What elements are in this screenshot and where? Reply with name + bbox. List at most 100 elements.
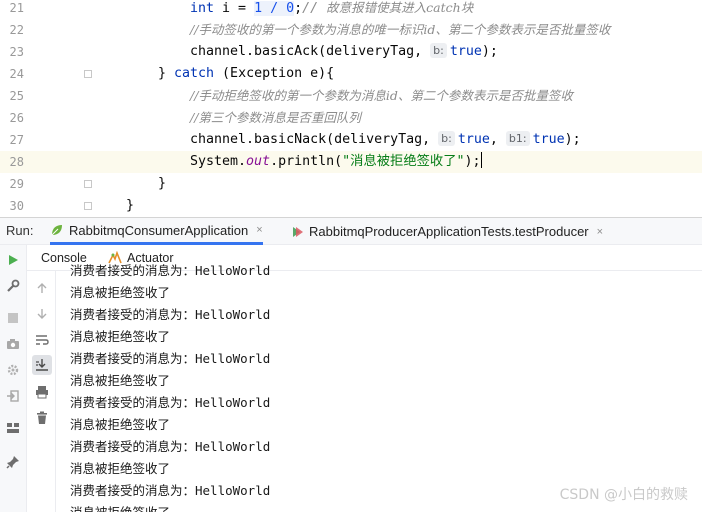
code-token: true	[457, 132, 490, 147]
code-text: } catch (Exception e){	[158, 63, 334, 85]
pin-icon[interactable]	[4, 453, 22, 471]
code-text: }	[126, 195, 134, 217]
scroll-to-end-icon[interactable]	[32, 355, 52, 375]
code-line[interactable]: 30}	[0, 195, 702, 217]
code-token: catch	[174, 66, 215, 81]
exit-icon[interactable]	[4, 387, 22, 405]
watermark: CSDN @小白的救赎	[559, 487, 688, 503]
code-text: }	[158, 173, 166, 195]
code-token: ,	[489, 132, 506, 147]
wrench-icon[interactable]	[4, 277, 22, 295]
code-token: true	[449, 44, 482, 59]
rerun-icon[interactable]	[4, 251, 22, 269]
line-number: 22	[9, 23, 24, 37]
line-number: 25	[9, 89, 24, 103]
code-text: int i = 1 / 0;// 故意报错使其进入catch块	[190, 0, 473, 20]
stop-icon[interactable]	[4, 309, 22, 327]
code-token: out	[246, 154, 271, 169]
code-token: channel.basicAck(deliveryTag,	[190, 44, 431, 59]
code-token: //手动签收的第一个参数为消息的唯一标识id、第二个参数表示是否批量签收	[190, 22, 611, 37]
console-toolbar	[27, 271, 56, 512]
text-caret	[480, 152, 482, 168]
code-token: 0	[286, 1, 295, 16]
code-text: //手动签收的第一个参数为消息的唯一标识id、第二个参数表示是否批量签收	[190, 19, 610, 42]
code-line[interactable]: 25 //手动拒绝签收的第一个参数为消息id、第二个参数表示是否批量签收	[0, 85, 702, 107]
code-token: }	[158, 66, 175, 81]
run-tab-label: RabbitmqConsumerApplication	[69, 222, 249, 238]
console-line: 消费者接受的消息为：HelloWorld	[70, 351, 271, 366]
close-icon[interactable]: ×	[597, 226, 603, 238]
code-token: //第三个参数消息是否重回队列	[190, 110, 361, 125]
code-token: true	[532, 132, 565, 147]
arrow-up-icon[interactable]	[32, 278, 52, 298]
code-line[interactable]: 27 channel.basicNack(deliveryTag, b: true,…	[0, 129, 702, 151]
code-token: .println(	[270, 154, 343, 169]
code-token: i =	[214, 1, 255, 16]
code-token: );	[481, 44, 498, 59]
fold-marker-icon[interactable]	[84, 202, 92, 210]
code-token: /	[262, 1, 287, 16]
close-icon[interactable]: ×	[256, 224, 262, 236]
console-line: 消费者接受的消息为：HelloWorld	[70, 439, 271, 454]
run-toolbar	[0, 245, 27, 512]
line-number: 26	[9, 111, 24, 125]
line-number: 27	[9, 133, 24, 147]
code-text: //第三个参数消息是否重回队列	[190, 107, 361, 130]
line-number: 30	[9, 199, 24, 213]
code-token: //手动拒绝签收的第一个参数为消息id、第二个参数表示是否批量签收	[190, 88, 573, 103]
line-number: 29	[9, 177, 24, 191]
parameter-hint: b:	[430, 43, 447, 58]
parameter-hint: b1:	[505, 131, 530, 146]
code-token: int	[190, 1, 215, 16]
arrow-down-icon[interactable]	[32, 304, 52, 324]
code-text: channel.basicAck(deliveryTag, b: true);	[190, 41, 498, 63]
console-line: 消息被拒绝签收了	[70, 461, 171, 476]
line-number: 24	[9, 67, 24, 81]
code-token: );	[464, 154, 481, 169]
code-token: System.	[190, 154, 247, 169]
settings-icon[interactable]	[4, 361, 22, 379]
code-text: System.out.println("消息被拒绝签收了");	[190, 151, 482, 173]
console-line: 消息被拒绝签收了	[70, 329, 171, 344]
code-token: //	[302, 1, 327, 16]
spring-leaf-icon	[50, 223, 64, 237]
camera-icon[interactable]	[4, 335, 22, 353]
parameter-hint: b:	[438, 131, 455, 146]
console-line: 消息被拒绝签收了	[70, 502, 170, 512]
layout-icon[interactable]	[4, 419, 22, 437]
code-editor[interactable]: 21 int i = 1 / 0;// 故意报错使其进入catch块 22 //手动签…	[0, 0, 702, 217]
code-line[interactable]: 21 int i = 1 / 0;// 故意报错使其进入catch块	[0, 0, 702, 19]
line-number: 28	[9, 155, 24, 169]
line-number: 23	[9, 45, 24, 59]
run-label: Run:	[6, 223, 34, 238]
print-icon[interactable]	[32, 382, 52, 402]
code-text: //手动拒绝签收的第一个参数为消息id、第二个参数表示是否批量签收	[190, 85, 573, 108]
console-line: 消费者接受的消息为：HelloWorld	[70, 307, 271, 322]
trash-icon[interactable]	[32, 408, 52, 428]
code-line[interactable]: 23 channel.basicAck(deliveryTag, b: true);	[0, 41, 702, 63]
run-tab-producer-tests[interactable]: RabbitmqProducerApplicationTests.testPro…	[290, 218, 603, 245]
code-token: }	[126, 198, 135, 213]
code-token: "消息被拒绝签收了"	[342, 154, 465, 169]
code-line[interactable]: 24} catch (Exception e){	[0, 63, 702, 85]
line-number: 21	[9, 1, 24, 15]
soft-wrap-icon[interactable]	[32, 330, 52, 350]
code-token: (Exception e){	[214, 66, 335, 81]
code-token: channel.basicNack(deliveryTag,	[190, 132, 439, 147]
code-token: }	[158, 176, 167, 191]
console-output[interactable]: 消费者接受的消息为：HelloWorld 消息被拒绝签收了 消费者接受的消息为：He…	[56, 262, 702, 512]
console-line: 消息被拒绝签收了	[70, 373, 171, 388]
code-line[interactable]: 22 //手动签收的第一个参数为消息的唯一标识id、第二个参数表示是否批量签收	[0, 19, 702, 41]
code-line[interactable]: 29}	[0, 173, 702, 195]
code-line[interactable]: 26 //第三个参数消息是否重回队列	[0, 107, 702, 129]
test-run-icon	[290, 225, 304, 239]
code-line[interactable]: 28 System.out.println("消息被拒绝签收了");	[0, 151, 702, 173]
console-line: 消费者接受的消息为：HelloWorld	[70, 263, 271, 278]
console-line: 消息被拒绝签收了	[70, 417, 171, 432]
code-token: ;	[294, 1, 303, 16]
fold-marker-icon[interactable]	[84, 70, 92, 78]
fold-marker-icon[interactable]	[84, 180, 92, 188]
console-line: 消息被拒绝签收了	[70, 285, 171, 300]
run-tab-consumer-application[interactable]: RabbitmqConsumerApplication ×	[50, 218, 263, 245]
run-tool-window-tabs: Run: RabbitmqConsumerApplication × Rabbi…	[0, 217, 702, 245]
